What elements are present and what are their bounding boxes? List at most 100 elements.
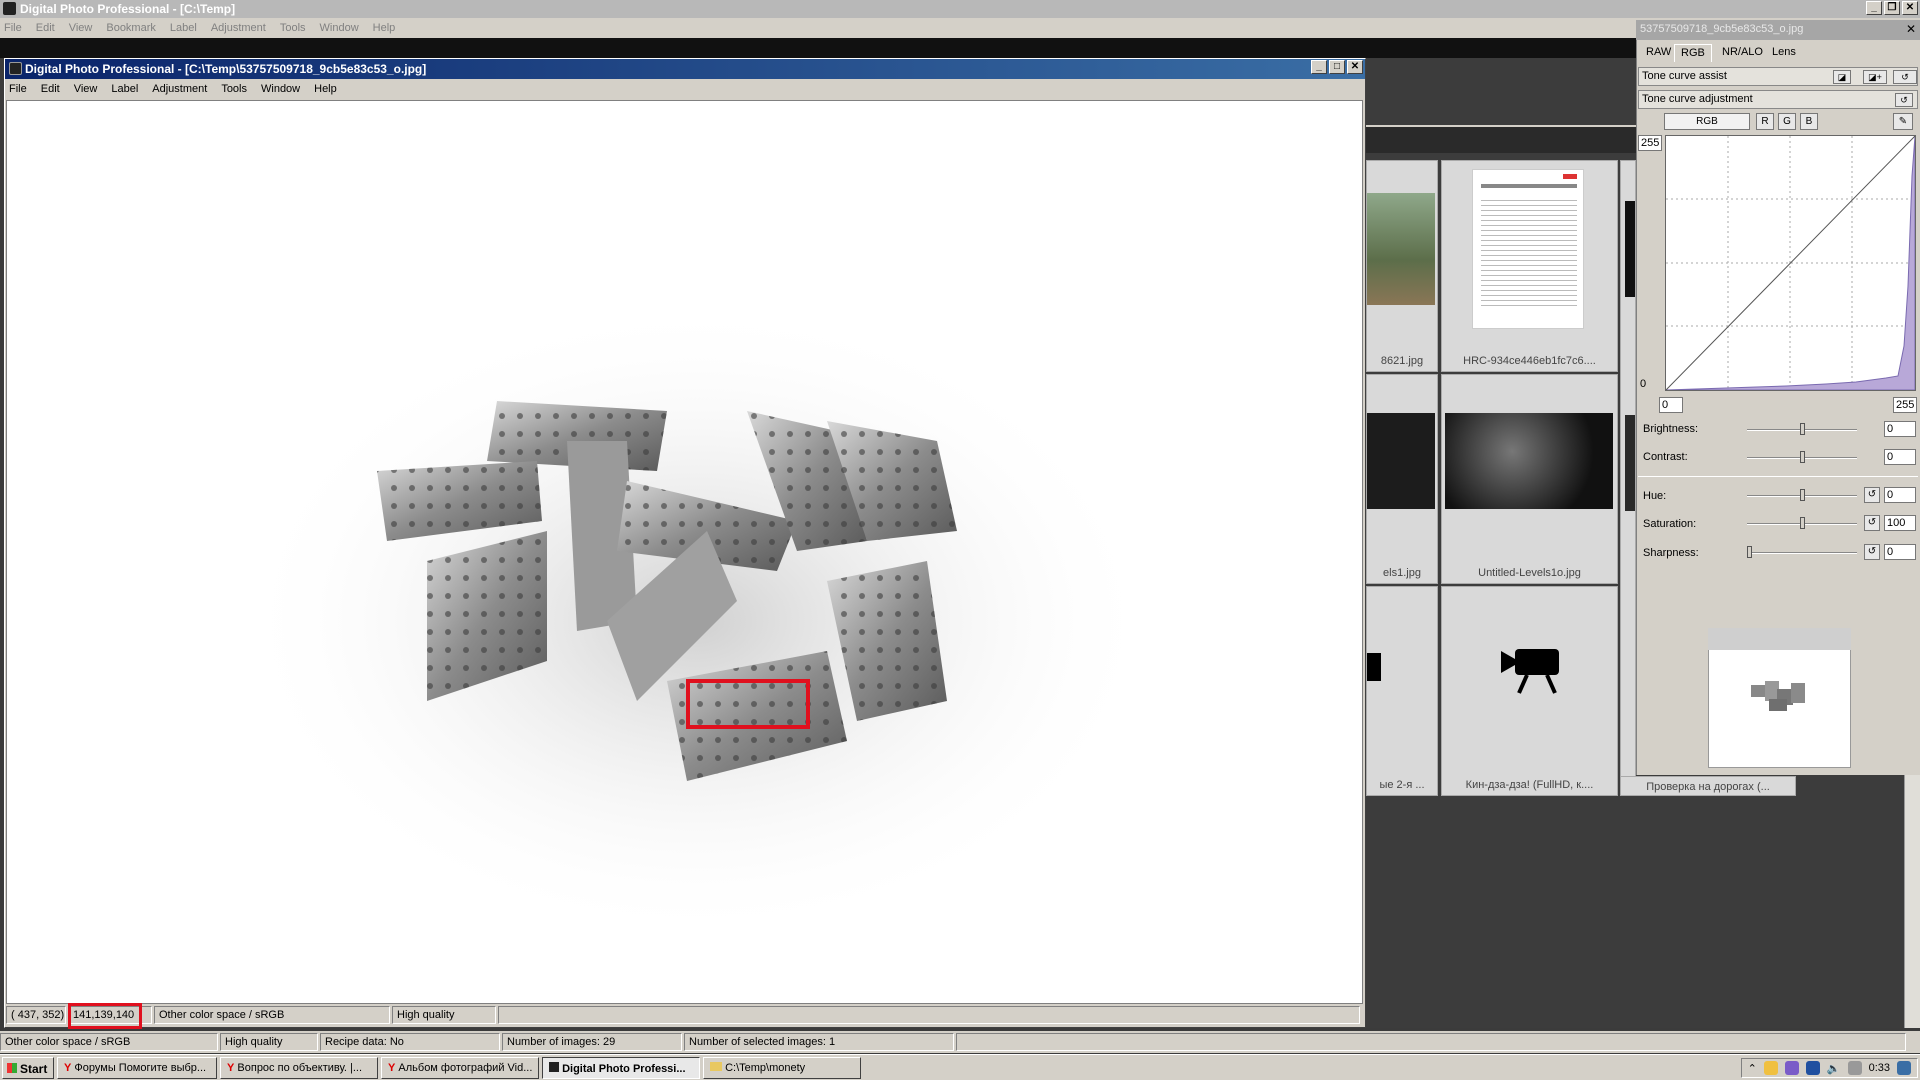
input-low-field[interactable]: 0 [1659, 397, 1683, 413]
task-button[interactable]: C:\Temp\monety [703, 1056, 861, 1079]
thumbnail-card[interactable]: els1.jpg [1366, 374, 1438, 584]
main-menu-tools[interactable]: Tools [280, 22, 306, 34]
reset-curve-icon[interactable]: ↺ [1893, 70, 1917, 84]
saturation-knob[interactable] [1799, 517, 1805, 529]
palette-close-icon[interactable]: ✕ [1906, 22, 1916, 36]
eyedropper-icon[interactable]: ✎ [1893, 113, 1913, 130]
thumbnail-card[interactable]: Проверка на дорогах (... [1620, 776, 1796, 796]
network-icon[interactable] [1805, 1061, 1820, 1075]
sharpness-field[interactable]: 0 [1884, 544, 1916, 560]
image-window-titlebar[interactable]: Digital Photo Professional - [C:\Temp\53… [5, 59, 1365, 79]
sharpness-label: Sharpness: [1643, 547, 1699, 559]
auto-curve-icon[interactable]: ◪ [1833, 70, 1851, 84]
tab-raw[interactable]: RAW [1640, 44, 1677, 62]
contrast-label: Contrast: [1643, 451, 1688, 463]
start-button[interactable]: Start [2, 1056, 54, 1079]
image-window-menubar: File Edit View Label Adjustment Tools Wi… [5, 79, 1365, 99]
navigator-header [1708, 628, 1851, 650]
thumbnail-card[interactable]: Кин-дза-дза! (FullHD, к.... [1441, 586, 1618, 796]
menu-window[interactable]: Window [261, 83, 300, 95]
tab-lens[interactable]: Lens [1766, 44, 1802, 62]
brightness-field[interactable]: 0 [1884, 421, 1916, 437]
main-menu-help[interactable]: Help [373, 22, 396, 34]
start-label: Start [20, 1061, 48, 1076]
sharpness-reset-icon[interactable]: ↺ [1864, 544, 1880, 560]
task-button[interactable]: Y Форумы Помогите выбр... [57, 1056, 217, 1079]
thumbnail-card[interactable]: 8621.jpg [1366, 160, 1438, 372]
rgb-value-highlight [68, 1003, 142, 1029]
viber-icon[interactable] [1784, 1061, 1799, 1075]
task-label: Вопрос по объективу. |... [237, 1061, 363, 1074]
sharpness-slider[interactable] [1747, 552, 1857, 554]
restore-button[interactable]: ❐ [1884, 1, 1900, 15]
image-canvas[interactable] [6, 100, 1363, 1004]
sharpness-knob[interactable] [1747, 546, 1752, 558]
brightness-knob[interactable] [1799, 423, 1805, 435]
chevron-up-icon[interactable]: ⌃ [1748, 1062, 1757, 1075]
tone-curve-assist-label: Tone curve assist [1642, 70, 1727, 82]
minimize-button[interactable]: _ [1866, 1, 1882, 15]
photo-metal-clips [237, 301, 1157, 941]
status-empty [956, 1033, 1906, 1051]
main-menu-window[interactable]: Window [320, 22, 359, 34]
hue-field[interactable]: 0 [1884, 487, 1916, 503]
main-menu-bookmark[interactable]: Bookmark [106, 22, 156, 34]
thumbnail-card[interactable]: Untitled-Levels1o.jpg [1441, 374, 1618, 584]
task-button-active[interactable]: Digital Photo Professi... [542, 1056, 700, 1079]
channel-g-button[interactable]: G [1778, 113, 1796, 130]
image-maximize-button[interactable]: □ [1329, 60, 1345, 74]
thumbnail-label: els1.jpg [1383, 567, 1421, 579]
menu-file[interactable]: File [9, 83, 27, 95]
dpp-icon [549, 1061, 559, 1072]
menu-adjustment[interactable]: Adjustment [152, 83, 207, 95]
channel-b-button[interactable]: B [1800, 113, 1818, 130]
saturation-field[interactable]: 100 [1884, 515, 1916, 531]
menu-view[interactable]: View [74, 83, 98, 95]
main-window-titlebar[interactable]: Digital Photo Professional - [C:\Temp] _… [0, 0, 1920, 18]
tone-curve-assist-row: Tone curve assist ◪ ◪+ ↺ [1638, 67, 1918, 86]
menu-edit[interactable]: Edit [41, 83, 60, 95]
windows-flag-icon [7, 1062, 17, 1073]
saturation-reset-icon[interactable]: ↺ [1864, 515, 1880, 531]
status-empty [498, 1006, 1360, 1024]
image-close-button[interactable]: ✕ [1347, 60, 1363, 74]
main-menu-edit[interactable]: Edit [36, 22, 55, 34]
main-menu-file[interactable]: File [4, 22, 22, 34]
quality: High quality [392, 1006, 496, 1024]
tone-curve-graph[interactable] [1665, 135, 1916, 391]
close-button[interactable]: ✕ [1902, 1, 1918, 15]
main-menu-view[interactable]: View [69, 22, 93, 34]
main-window-title: Digital Photo Professional - [C:\Temp] [20, 2, 236, 16]
show-desktop-icon[interactable] [1897, 1061, 1911, 1075]
menu-label[interactable]: Label [111, 83, 138, 95]
radiation-icon[interactable] [1763, 1061, 1778, 1075]
hue-knob[interactable] [1799, 489, 1805, 501]
channel-rgb-button[interactable]: RGB [1664, 113, 1750, 130]
tab-nr-alo[interactable]: NR/ALO [1716, 44, 1769, 62]
speaker-icon[interactable]: 🔈 [1827, 1062, 1841, 1075]
input-high-field[interactable]: 255 [1893, 397, 1917, 413]
main-menu-label[interactable]: Label [170, 22, 197, 34]
hue-reset-icon[interactable]: ↺ [1864, 487, 1880, 503]
main-menubar: File Edit View Bookmark Label Adjustment… [0, 18, 1920, 38]
main-menu-adjustment[interactable]: Adjustment [211, 22, 266, 34]
clock[interactable]: 0:33 [1869, 1062, 1890, 1074]
contrast-knob[interactable] [1799, 451, 1805, 463]
task-button[interactable]: Y Альбом фотографий Vid... [381, 1056, 539, 1079]
apply-curve-icon[interactable]: ◪+ [1863, 70, 1887, 84]
image-minimize-button[interactable]: _ [1311, 60, 1327, 74]
contrast-field[interactable]: 0 [1884, 449, 1916, 465]
channel-r-button[interactable]: R [1756, 113, 1774, 130]
menu-help[interactable]: Help [314, 83, 337, 95]
menu-tools[interactable]: Tools [221, 83, 247, 95]
monitor-icon[interactable] [1847, 1061, 1862, 1075]
hue-label: Hue: [1643, 490, 1667, 502]
video-camera-icon [1501, 649, 1559, 694]
thumbnail-card[interactable]: HRC-934ce446eb1fc7c6.... [1441, 160, 1618, 372]
thumbnail-card[interactable]: ые 2-я ... [1366, 586, 1438, 796]
thumbnail-image [1472, 169, 1584, 329]
palette-titlebar[interactable]: 53757509718_9cb5e83c53_o.jpg ✕ [1636, 20, 1920, 40]
task-button[interactable]: Y Вопрос по объективу. |... [220, 1056, 378, 1079]
tab-rgb[interactable]: RGB [1674, 44, 1712, 62]
reset-icon[interactable]: ↺ [1895, 93, 1913, 107]
